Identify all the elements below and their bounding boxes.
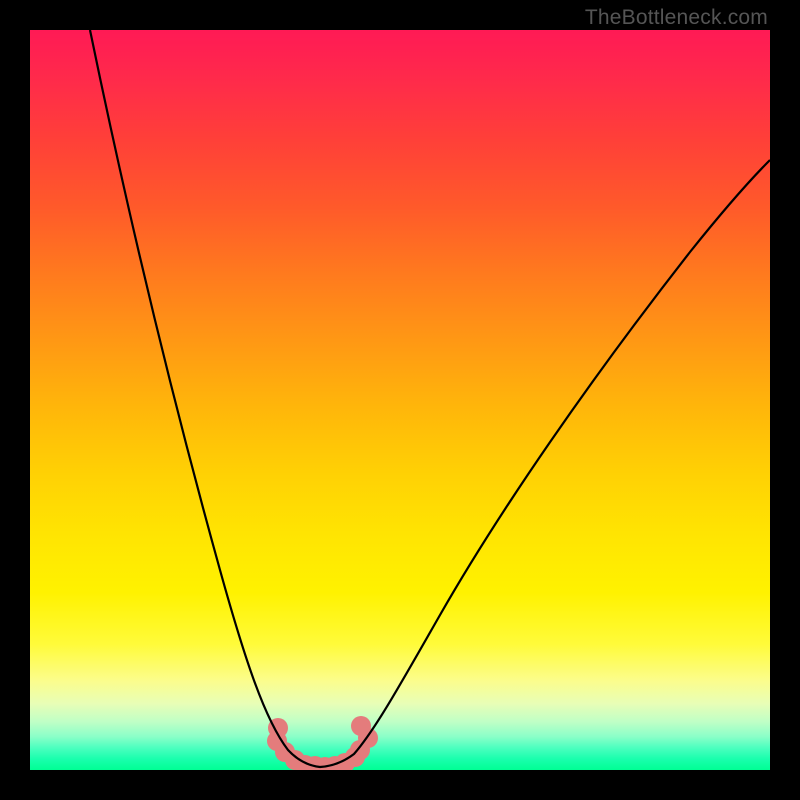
attribution-text: TheBottleneck.com [585,6,768,30]
curve-path [90,30,770,767]
plot-area [30,30,770,770]
chart-frame: TheBottleneck.com [0,0,800,800]
bottleneck-curve [30,30,770,770]
